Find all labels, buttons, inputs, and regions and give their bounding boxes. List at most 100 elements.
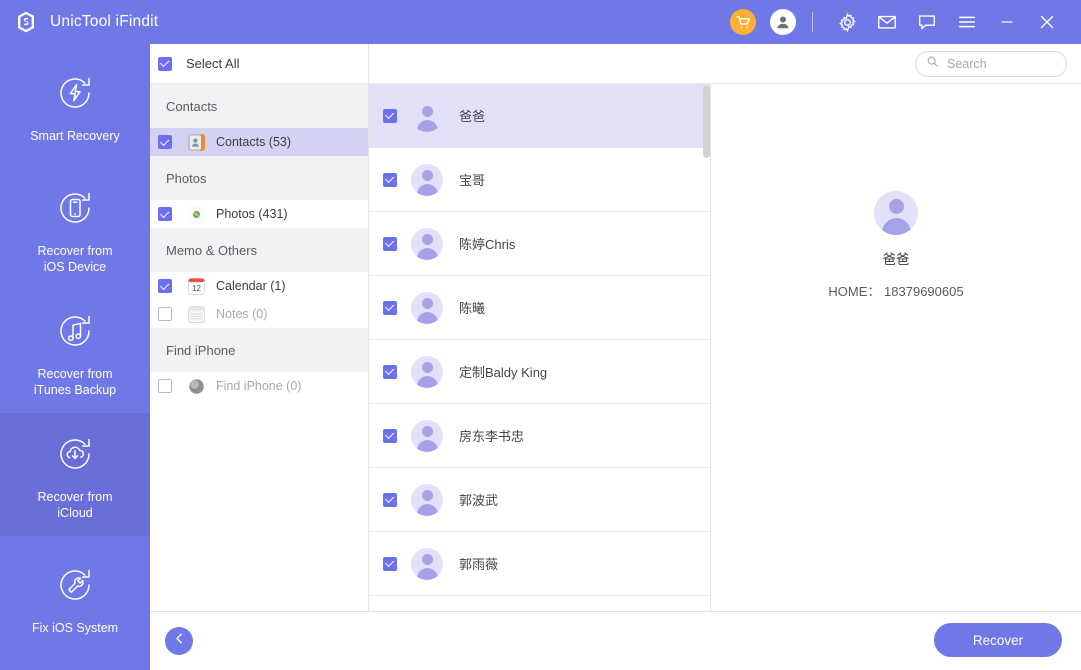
contact-checkbox[interactable] [383,172,397,187]
app-logo-icon [13,9,39,35]
sidebar-item-recover-from-icloud[interactable]: Recover from iCloud [0,413,150,536]
sidebar-item-label: Recover from iCloud [37,490,113,520]
cloud-download-refresh-icon [51,428,99,480]
avatar [411,227,443,260]
contact-checkbox[interactable] [383,364,397,379]
category-checkbox[interactable] [158,279,172,293]
contact-checkbox[interactable] [383,428,397,443]
category-item-find-iphone[interactable]: Find iPhone (0) [150,372,368,400]
close-icon[interactable] [1027,0,1067,44]
contact-list-body: 爸爸 宝哥 陈婷Chris 陈曦 定制Baldy King 房东李书忠 郭波武 … [369,84,710,611]
music-refresh-icon [51,305,99,357]
sidebar-item-label: Fix iOS System [31,621,119,635]
sidebar-item-recover-from-itunes-backup[interactable]: Recover from iTunes Backup [0,290,150,413]
category-item-contacts[interactable]: Contacts (53) [150,128,368,156]
app-window: UnicTool iFindit Smart Recovery Recover … [0,0,1081,670]
contact-row[interactable]: 陈曦 [369,276,710,340]
avatar [411,163,443,196]
category-item-label: Calendar (1) [216,279,286,293]
photos-app-icon [188,205,205,223]
sidebar-item-smart-recovery[interactable]: Smart Recovery [0,44,150,167]
category-checkbox[interactable] [158,307,172,321]
contact-name: 陈婷Chris [459,237,516,252]
category-group-title: Find iPhone [150,328,368,372]
contact-list[interactable]: 爸爸 宝哥 陈婷Chris 陈曦 定制Baldy King 房东李书忠 郭波武 … [369,84,711,612]
contact-checkbox[interactable] [383,300,397,315]
contact-checkbox[interactable] [383,108,397,123]
detail-phone: HOME： 18379690605 [828,281,963,300]
contact-row[interactable]: 郭雨薇 [369,532,710,596]
scrollbar-thumb[interactable] [703,86,710,158]
contact-row[interactable]: 爸爸 [369,84,710,148]
category-item-notes[interactable]: Notes (0) [150,300,368,328]
contact-row[interactable] [369,596,710,611]
select-all-row[interactable]: Select All [150,44,368,84]
contact-checkbox[interactable] [383,236,397,251]
chat-icon[interactable] [907,0,947,44]
contact-name: 陈曦 [459,301,486,316]
category-checkbox[interactable] [158,379,172,393]
avatar [411,99,443,132]
title-bar: UnicTool iFindit [0,0,1081,44]
titlebar-divider [812,12,813,32]
back-button[interactable] [165,627,193,655]
minimize-icon[interactable] [987,0,1027,44]
contact-row[interactable]: 定制Baldy King [369,340,710,404]
select-all-checkbox[interactable] [158,56,172,71]
mail-icon[interactable] [867,0,907,44]
category-group-title: Memo & Others [150,228,368,272]
category-item-calendar[interactable]: 12 Calendar (1) [150,272,368,300]
contact-row[interactable]: 郭波武 [369,468,710,532]
app-title: UnicTool iFindit [50,13,159,30]
cart-icon[interactable] [730,9,756,35]
contact-row[interactable]: 宝哥 [369,148,710,212]
category-item-photos[interactable]: Photos (431) [150,200,368,228]
menu-icon[interactable] [947,0,987,44]
category-checkbox[interactable] [158,135,172,149]
category-item-label: Photos (431) [216,207,288,221]
wrench-refresh-icon [51,559,99,611]
category-item-label: Contacts (53) [216,135,292,149]
contact-checkbox[interactable] [383,556,397,571]
avatar [411,355,443,388]
footer-bar: Recover [150,612,1081,670]
detail-phone-value: 18379690605 [884,284,964,299]
contact-name: 宝哥 [459,173,486,188]
detail-phone-label: HOME： [828,284,881,299]
sidebar-item-label: Smart Recovery [30,129,120,143]
avatar [411,419,443,452]
gear-icon[interactable] [827,0,867,44]
category-panel: Select All Contacts Contacts (53) Photos [150,44,369,612]
notes-app-icon [188,305,205,323]
category-group-title: Contacts [150,84,368,128]
contact-checkbox[interactable] [383,492,397,507]
detail-avatar [874,191,918,235]
category-checkbox[interactable] [158,207,172,221]
titlebar-controls [730,0,1081,44]
sidebar-item-label: Recover from iOS Device [37,244,113,274]
sidebar-item-fix-ios-system[interactable]: Fix iOS System [0,536,150,659]
contact-name: 爸爸 [459,109,486,124]
list-header: Search [369,44,1081,84]
search-placeholder: Search [947,56,987,71]
detail-contact-name: 爸爸 [882,252,910,267]
svg-text:12: 12 [192,284,201,293]
contact-name: 郭雨薇 [459,557,499,572]
contact-list-scrollbar[interactable] [703,84,710,611]
contact-row[interactable]: 房东李书忠 [369,404,710,468]
account-icon[interactable] [770,9,796,35]
contact-row[interactable]: 陈婷Chris [369,212,710,276]
sidebar-item-recover-from-ios-device[interactable]: Recover from iOS Device [0,167,150,290]
category-item-label: Find iPhone (0) [216,379,302,393]
bolt-refresh-icon [51,67,99,119]
recover-button[interactable]: Recover [934,623,1062,657]
select-all-label: Select All [186,56,240,71]
search-input[interactable]: Search [915,50,1067,77]
search-icon [926,55,939,73]
contact-name: 定制Baldy King [459,365,548,380]
avatar [411,483,443,516]
contacts-app-icon [188,133,205,151]
sidebar-item-label: Recover from iTunes Backup [33,367,117,397]
avatar [411,547,443,580]
find-iphone-app-icon [188,378,205,395]
